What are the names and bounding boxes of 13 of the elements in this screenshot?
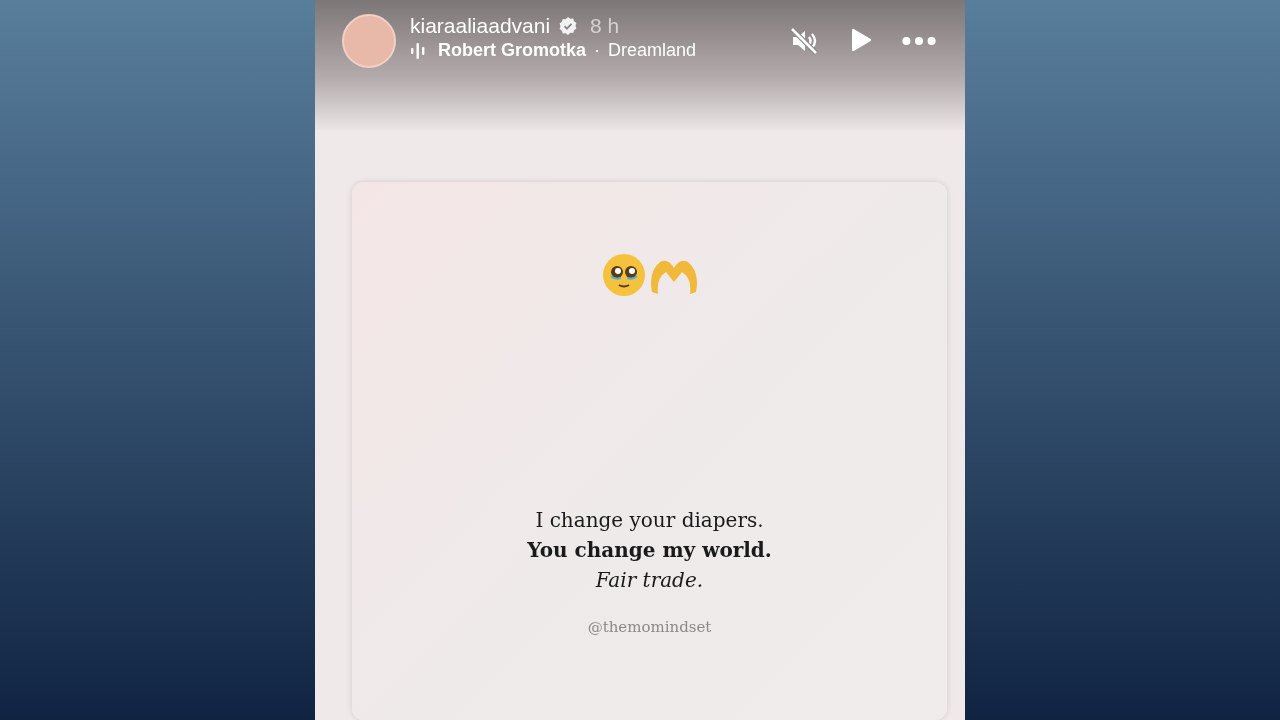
quote-line: Fair trade. — [595, 568, 704, 592]
muted-speaker-icon[interactable] — [789, 26, 819, 56]
audio-bars-icon — [410, 41, 426, 60]
more-options-icon[interactable] — [901, 35, 937, 47]
username[interactable]: kiaraaliaadvani — [410, 14, 551, 38]
quote-line: You change my world. — [527, 538, 772, 562]
audio-artist[interactable]: Robert Gromotka — [438, 40, 587, 61]
audio-track[interactable]: Dreamland — [608, 40, 697, 61]
separator: · — [594, 40, 601, 61]
author-handle: @themomindset — [587, 618, 712, 636]
avatar[interactable] — [342, 14, 396, 68]
quote-line: I change your diapers. — [535, 508, 764, 532]
post-time: 8 h — [590, 14, 620, 38]
